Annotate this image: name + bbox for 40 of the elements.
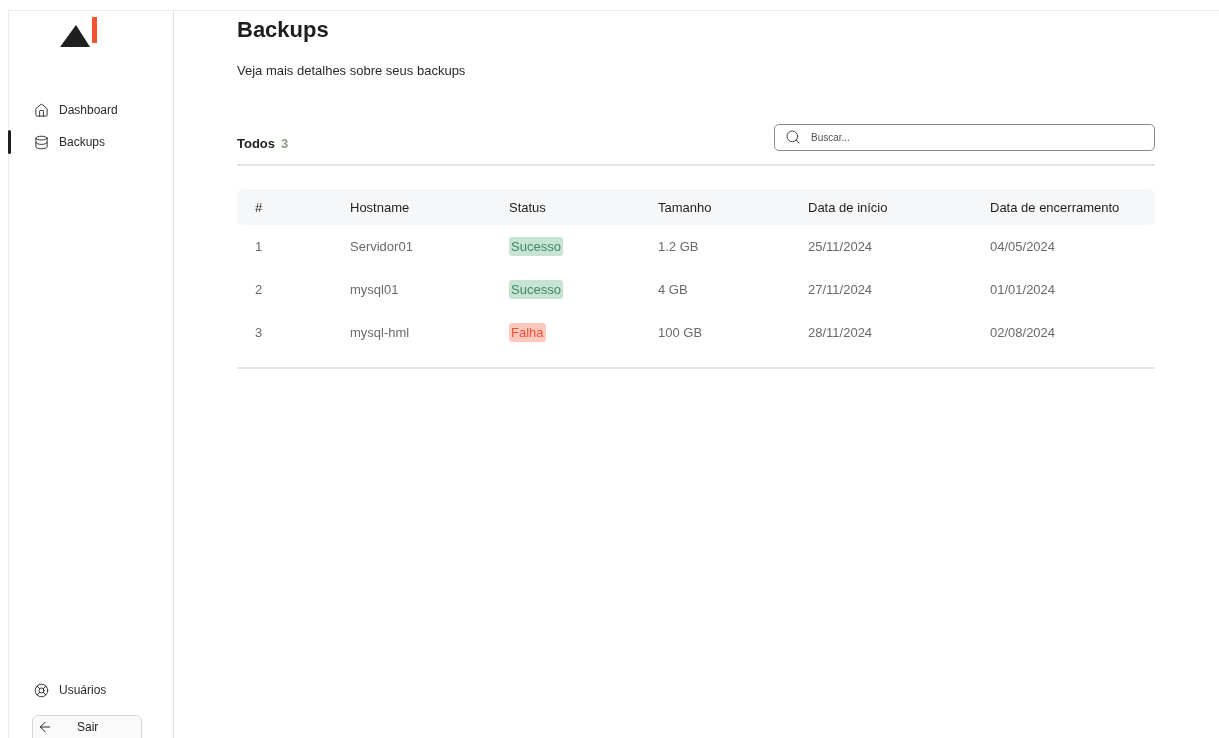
- table-cell-text: mysql-hml: [350, 325, 411, 340]
- column-header: Hostname: [350, 199, 411, 215]
- count: 3: [281, 136, 289, 151]
- table-cell-text: 2: [255, 282, 264, 297]
- table-cell-text: 1.2 GB: [658, 239, 700, 254]
- status-badge: Sucesso: [509, 280, 563, 299]
- column-header: Data de encerramento: [990, 199, 1121, 215]
- lifebuoy-icon: [34, 682, 49, 698]
- table-cell-text: Servidor01: [350, 239, 414, 254]
- table-cell-text: mysql01: [350, 282, 400, 297]
- table-cell-text: 02/08/2024: [990, 325, 1057, 340]
- column-header: #: [255, 199, 264, 215]
- table-cell-text: 01/01/2024: [990, 282, 1057, 297]
- database-icon: [34, 134, 49, 150]
- table-cell-text: 25/11/2024: [808, 239, 874, 254]
- table-cell-text: 4 GB: [658, 282, 689, 297]
- column-header: Status: [509, 199, 547, 215]
- arrow-left-icon: [37, 719, 53, 735]
- filter-tab[interactable]: Todos 3: [237, 136, 289, 151]
- column-header: Tamanho: [658, 199, 713, 215]
- active-indicator: [8, 130, 11, 154]
- nav-item[interactable]: Dashboard: [9, 99, 173, 121]
- table-cell-text: 28/11/2024: [808, 325, 874, 340]
- status-badge: Sucesso: [509, 237, 563, 256]
- status-badge: Falha: [509, 323, 546, 342]
- page-subtitle: Veja mais detalhes sobre seus backups: [237, 63, 467, 78]
- table-cell-text: 04/05/2024: [990, 239, 1057, 254]
- search-field[interactable]: Buscar...: [774, 124, 1155, 151]
- logo: [60, 17, 100, 47]
- nav-item[interactable]: Usuários: [9, 679, 173, 701]
- page-title: Backups: [237, 17, 330, 43]
- table-cell-text: 3: [255, 325, 264, 340]
- home-icon: [34, 102, 49, 118]
- column-header: Data de início: [808, 199, 889, 215]
- table-cell-text: 1: [255, 239, 264, 254]
- table-cell-text: 27/11/2024: [808, 282, 874, 297]
- search-icon: [785, 129, 801, 145]
- table-cell-text: 100 GB: [658, 325, 704, 340]
- nav-item[interactable]: Backups: [9, 131, 173, 153]
- logout-button[interactable]: Sair: [32, 715, 142, 738]
